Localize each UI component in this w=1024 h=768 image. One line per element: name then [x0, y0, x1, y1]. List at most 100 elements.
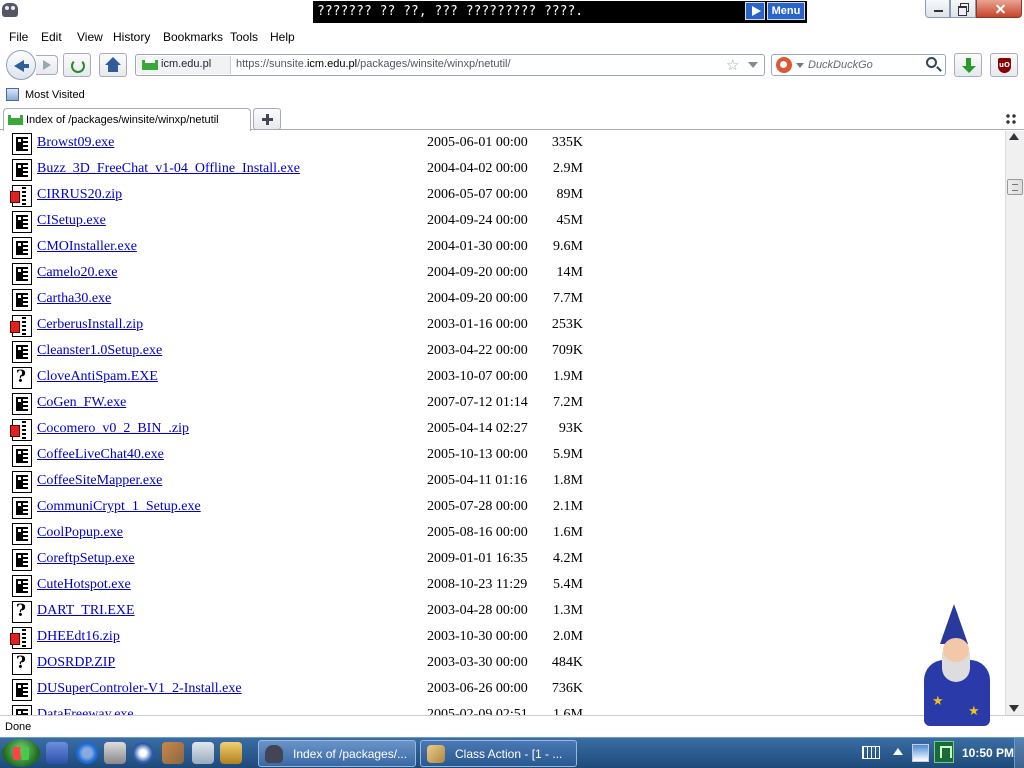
network-icon[interactable] [912, 744, 929, 762]
quicklaunch-utility-icon[interactable] [192, 742, 214, 764]
file-size: 4.2M [553, 551, 583, 566]
banner-text: ??????? ?? ??, ??? ????????? ????. [313, 1, 807, 23]
file-size: 14M [556, 265, 583, 280]
minimize-button[interactable] [925, 0, 950, 18]
quicklaunch-media-player-icon[interactable] [132, 742, 154, 764]
search-engine-dropdown-icon[interactable] [796, 63, 804, 68]
scroll-thumb[interactable] [1007, 179, 1023, 195]
file-link[interactable]: DataFreeway.exe [37, 707, 134, 715]
file-link[interactable]: Cleanster1.0Setup.exe [37, 343, 162, 359]
vertical-scrollbar[interactable] [1005, 131, 1024, 715]
listing-row: CuteHotspot.exe 2008-10-23 11:29 5.4M [0, 573, 1005, 599]
file-link[interactable]: CoGen_FW.exe [37, 395, 126, 411]
file-link[interactable]: CloveAntiSpam.EXE [37, 369, 158, 385]
close-button[interactable] [976, 0, 1022, 18]
app-icon[interactable] [2, 3, 18, 17]
new-tab-button[interactable] [253, 108, 281, 130]
file-link[interactable]: CoffeeLiveChat40.exe [37, 447, 164, 463]
reload-button[interactable] [63, 53, 91, 77]
search-magnifier-icon[interactable] [926, 57, 937, 68]
home-button[interactable] [99, 53, 127, 77]
taskbar-button-browser[interactable]: Index of /packages/... [258, 740, 416, 767]
archive-file-icon [10, 185, 32, 207]
duckduckgo-icon[interactable] [776, 57, 792, 73]
search-bar[interactable]: DuckDuckGo [771, 54, 946, 76]
most-visited-bookmark[interactable]: Most Visited [25, 89, 85, 101]
file-link[interactable]: DHEEdt16.zip [37, 629, 120, 645]
file-link[interactable]: CuteHotspot.exe [37, 577, 131, 593]
quicklaunch-tools-icon[interactable] [162, 742, 184, 764]
file-link[interactable]: CommuniCrypt_1_Setup.exe [37, 499, 201, 515]
start-button[interactable] [2, 739, 40, 767]
file-link[interactable]: CIRRUS20.zip [37, 187, 122, 203]
clock[interactable]: 10:50 PM [962, 746, 1014, 760]
taskbar: Index of /packages/... Class Action - [1… [0, 737, 1024, 768]
show-desktop-button[interactable] [1014, 738, 1024, 768]
ublock-shield-icon: uO [998, 58, 1011, 73]
menu-bookmarks[interactable]: Bookmarks [163, 30, 223, 44]
menu-tools[interactable]: Tools [230, 30, 258, 44]
listing-row: CoreftpSetup.exe 2009-01-01 16:35 4.2M [0, 547, 1005, 573]
banner-menu-button[interactable]: Menu [767, 2, 805, 20]
quicklaunch-app-icon[interactable] [104, 742, 126, 764]
site-identity-label: icm.edu.pl [161, 58, 212, 70]
file-link[interactable]: CoffeeSiteMapper.exe [37, 473, 162, 489]
back-button[interactable] [6, 50, 36, 80]
quicklaunch-folder-icon[interactable] [220, 742, 242, 764]
file-link[interactable]: CerberusInstall.zip [37, 317, 143, 333]
file-link[interactable]: CMOInstaller.exe [37, 239, 137, 255]
listing-row: Browst09.exe 2005-06-01 00:00 335K [0, 131, 1005, 157]
url-domain: icm.edu.pl [306, 58, 358, 70]
wizard-assistant-character[interactable] [918, 604, 996, 728]
forward-button[interactable] [36, 55, 58, 75]
file-link[interactable]: DOSRDP.ZIP [37, 655, 115, 671]
show-hidden-icons-icon[interactable] [893, 748, 903, 755]
file-link[interactable]: CoolPopup.exe [37, 525, 123, 541]
restore-button[interactable] [950, 0, 976, 18]
bookmarks-toolbar: Most Visited [0, 85, 1024, 105]
file-size: 7.7M [553, 291, 583, 306]
keyboard-language-icon[interactable] [862, 746, 880, 759]
bookmark-star-icon[interactable]: ☆ [726, 56, 739, 74]
menu-view[interactable]: View [77, 30, 103, 44]
menu-file[interactable]: File [9, 30, 28, 44]
file-link[interactable]: Camelo20.exe [37, 265, 117, 281]
search-input[interactable]: DuckDuckGo [808, 59, 873, 71]
menu-help[interactable]: Help [270, 30, 295, 44]
url-history-dropdown-icon[interactable] [748, 62, 758, 68]
menu-history[interactable]: History [113, 30, 150, 44]
site-identity-button[interactable]: icm.edu.pl [137, 56, 231, 74]
file-size: 1.9M [553, 369, 583, 384]
ublock-button[interactable]: uO [990, 53, 1018, 77]
menu-bar: File Edit View History Bookmarks Tools H… [0, 27, 1024, 47]
url-bar[interactable]: icm.edu.pl https://sunsite.icm.edu.pl/pa… [135, 54, 765, 76]
binary-file-icon [12, 523, 32, 545]
browser-app-icon [265, 745, 283, 763]
scroll-up-arrow-icon[interactable] [1009, 133, 1019, 140]
tab-active[interactable]: Index of /packages/winsite/winxp/netutil [3, 108, 251, 131]
banner-play-icon[interactable] [745, 2, 765, 20]
scroll-down-arrow-icon[interactable] [1009, 705, 1019, 712]
quicklaunch-internet-explorer-icon[interactable] [76, 742, 98, 764]
file-link[interactable]: Browst09.exe [37, 135, 114, 151]
quicklaunch-show-desktop-icon[interactable] [46, 742, 68, 764]
taskbar-button-class-action[interactable]: Class Action - [1 - ... [420, 740, 577, 767]
file-link[interactable]: DART_TRI.EXE [37, 603, 135, 619]
url-text[interactable]: https://sunsite.icm.edu.pl/packages/wins… [236, 58, 511, 70]
file-date: 2005-07-28 00:00 [427, 499, 528, 514]
taskbar-button-label: Class Action - [1 - ... [455, 747, 563, 761]
file-date: 2005-06-01 00:00 [427, 135, 528, 150]
file-date: 2003-10-07 00:00 [427, 369, 528, 384]
tray-app-icon[interactable] [934, 741, 954, 763]
tab-list-grid-icon[interactable] [1005, 113, 1017, 125]
file-link[interactable]: Cocomero_v0_2_BIN_.zip [37, 421, 189, 437]
menu-edit[interactable]: Edit [41, 30, 62, 44]
downloads-button[interactable] [954, 53, 982, 77]
file-link[interactable]: Cartha30.exe [37, 291, 111, 307]
binary-file-icon [12, 237, 32, 259]
file-link[interactable]: Buzz_3D_FreeChat_v1-04_Offline_Install.e… [37, 161, 300, 177]
file-size: 2.1M [553, 499, 583, 514]
file-link[interactable]: DUSuperControler-V1_2-Install.exe [37, 681, 242, 697]
file-link[interactable]: CISetup.exe [37, 213, 106, 229]
file-link[interactable]: CoreftpSetup.exe [37, 551, 135, 567]
